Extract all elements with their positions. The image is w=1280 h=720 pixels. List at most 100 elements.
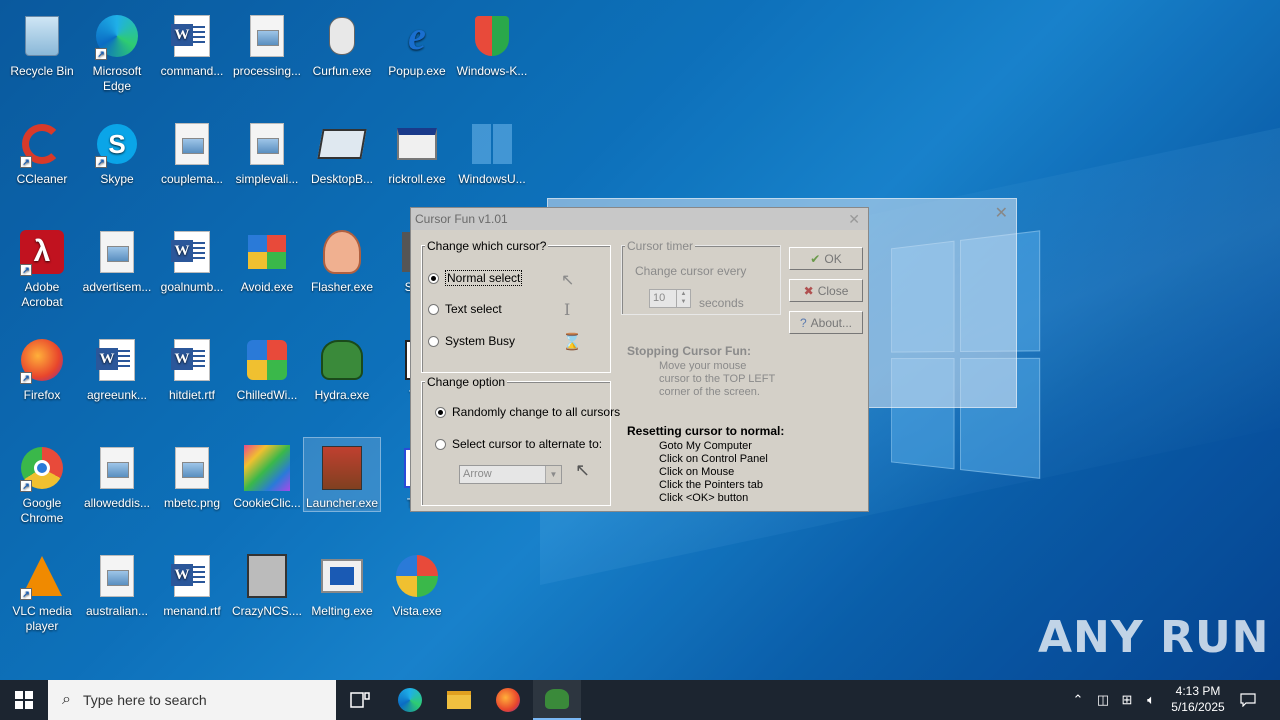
desktop-icon-flasher-exe[interactable]: Flasher.exe: [304, 222, 380, 295]
desktop-icon-processing[interactable]: processing...: [229, 6, 305, 79]
flasher-icon: [318, 228, 366, 276]
desktop-icon-label: command...: [160, 64, 224, 78]
desktop-icon-label: Avoid.exe: [240, 280, 294, 294]
close-icon[interactable]: ✕: [848, 208, 860, 230]
desktop-icon-rickroll-exe[interactable]: rickroll.exe: [379, 114, 455, 187]
desktop-icon-curfun-exe[interactable]: Curfun.exe: [304, 6, 380, 79]
desktop-icon-label: Popup.exe: [388, 64, 446, 78]
chevron-up-icon[interactable]: ⌃: [1068, 680, 1088, 720]
window3-icon: [318, 552, 366, 600]
desktop-icon-label: rickroll.exe: [388, 172, 446, 186]
ok-button[interactable]: ✔ OK: [789, 247, 863, 270]
desktop-icon-label: CrazyNCS....: [231, 604, 302, 618]
about-button[interactable]: ? About...: [789, 311, 863, 334]
desktop-icon-goalnumb[interactable]: Wgoalnumb...: [154, 222, 230, 295]
notifications-icon[interactable]: [1236, 680, 1260, 720]
desktop-icon-avoid-exe[interactable]: Avoid.exe: [229, 222, 305, 295]
radio-random-change[interactable]: Randomly change to all cursors: [435, 405, 620, 419]
desktop-icon-firefox[interactable]: ↗ Firefox: [4, 330, 80, 403]
desktop-icon-recycle-bin[interactable]: Recycle Bin: [4, 6, 80, 79]
desktop-icon-desktopb[interactable]: DesktopB...: [304, 114, 380, 187]
desktop-icon-microsoft-edge[interactable]: ↗ Microsoft Edge: [79, 6, 155, 94]
desktop-icon-melting-exe[interactable]: Melting.exe: [304, 546, 380, 619]
word-icon: W: [93, 336, 141, 384]
desktop-icon-mbetc-png[interactable]: mbetc.png: [154, 438, 230, 511]
launcher-icon: [318, 444, 366, 492]
desktop-icon-label: Microsoft Edge: [92, 64, 142, 93]
desktop-icon-command[interactable]: Wcommand...: [154, 6, 230, 79]
desktop-icon-label: Vista.exe: [392, 604, 442, 618]
desktop-icon-label: couplema...: [160, 172, 224, 186]
desktop-icon-cookieclic[interactable]: CookieClic...: [229, 438, 305, 511]
resetting-instructions: Goto My Computer Click on Control Panel …: [659, 440, 768, 504]
mouse-icon: [318, 12, 366, 60]
desktop-icon-popup-exe[interactable]: e Popup.exe: [379, 6, 455, 79]
clock-date: 5/16/2025: [1171, 700, 1225, 714]
desktop-icon-hydra-exe[interactable]: Hydra.exe: [304, 330, 380, 403]
timer-spinner[interactable]: 10 ▲ ▼: [649, 289, 691, 308]
checkmark-icon: ✔: [810, 251, 821, 266]
desktop-icon-label: agreeunk...: [86, 388, 148, 402]
desktop-icon-label: Recycle Bin: [10, 64, 74, 78]
task-view-icon[interactable]: [336, 680, 384, 720]
desktop-icon-couplema[interactable]: couplema...: [154, 114, 230, 187]
edge-taskbar-icon[interactable]: [386, 680, 434, 720]
dialog-titlebar[interactable]: Cursor Fun v1.01 ✕: [411, 208, 868, 230]
desktop-icon-skype[interactable]: S ↗ Skype: [79, 114, 155, 187]
radio-select-cursor[interactable]: Select cursor to alternate to:: [435, 437, 602, 451]
start-button[interactable]: [0, 680, 48, 720]
desktop-icon-label: CookieClic...: [233, 496, 301, 510]
device-icon[interactable]: ◫: [1092, 680, 1114, 720]
desktop-icon-advertisem[interactable]: advertisem...: [79, 222, 155, 295]
volume-icon[interactable]: 🔈︎: [1140, 680, 1162, 720]
radio-system-busy[interactable]: System Busy: [428, 334, 515, 348]
cursor-fun-dialog: Cursor Fun v1.01 ✕ Change which cursor? …: [410, 207, 869, 512]
taskbar-clock[interactable]: 4:13 PM 5/16/2025: [1160, 683, 1236, 715]
desktop-icon-label: simplevali...: [235, 172, 299, 186]
word-icon: W: [168, 552, 216, 600]
radio-normal-select[interactable]: Normal select: [428, 270, 523, 286]
hydra-taskbar-icon[interactable]: [533, 680, 581, 720]
desktop-icon-chilledwi[interactable]: ChilledWi...: [229, 330, 305, 403]
file-explorer-icon[interactable]: [435, 680, 483, 720]
rainbow-icon: [243, 444, 291, 492]
close-icon[interactable]: ✕: [995, 203, 1008, 223]
desktop-icon-label: processing...: [232, 64, 302, 78]
desktop-icon-crazyncs[interactable]: CrazyNCS....: [229, 546, 305, 619]
taskbar: ⌕ Type here to search ⌃ ◫ ⊞ 🔈︎ 4:13 PM 5…: [0, 680, 1280, 720]
text-cursor-icon: I: [564, 300, 571, 319]
desktop-icon-windows-k[interactable]: Windows-K...: [454, 6, 530, 79]
network-icon[interactable]: ⊞: [1116, 680, 1138, 720]
desktop-icon-label: mbetc.png: [163, 496, 221, 510]
doc-icon: [243, 12, 291, 60]
desktop-icon-adobe-acrobat[interactable]: λ ↗ Adobe Acrobat: [4, 222, 80, 310]
desktop-icon-australian[interactable]: australian...: [79, 546, 155, 619]
x-icon: ✖: [803, 283, 814, 298]
taskbar-search-box[interactable]: ⌕ Type here to search: [48, 680, 336, 720]
desktop-icon-label: Firefox: [23, 388, 61, 402]
desktop-icon-label: menand.rtf: [163, 604, 221, 618]
desktop-icon-label: VLC media player: [12, 604, 72, 633]
desktop-icon-label: goalnumb...: [160, 280, 224, 294]
desktop-icon-agreeunk[interactable]: Wagreeunk...: [79, 330, 155, 403]
firefox-taskbar-icon[interactable]: [484, 680, 532, 720]
desktop-icon-vista-exe[interactable]: Vista.exe: [379, 546, 455, 619]
desktop-icon-launcher-exe[interactable]: Launcher.exe: [303, 437, 381, 512]
firefox-icon: ↗: [18, 336, 66, 384]
desktop-icon-label: Curfun.exe: [312, 64, 372, 78]
cursor-dropdown[interactable]: Arrow ▼: [459, 465, 562, 484]
desktop-icon-alloweddis[interactable]: alloweddis...: [79, 438, 155, 511]
close-button[interactable]: ✖ Close: [789, 279, 863, 302]
chevron-down-icon[interactable]: ▼: [545, 466, 561, 483]
desktop-icon-label: Hydra.exe: [314, 388, 370, 402]
desktop-icon-menand-rtf[interactable]: Wmenand.rtf: [154, 546, 230, 619]
desktop-icon-ccleaner[interactable]: ↗ CCleaner: [4, 114, 80, 187]
desktop-icon-hitdiet-rtf[interactable]: Whitdiet.rtf: [154, 330, 230, 403]
spinner-arrows-icon[interactable]: ▲ ▼: [676, 290, 690, 307]
desktop-icon-google-chrome[interactable]: ↗ Google Chrome: [4, 438, 80, 526]
desktop-icon-vlc-media-player[interactable]: ↗ VLC media player: [4, 546, 80, 634]
search-icon: ⌕: [62, 691, 71, 708]
desktop-icon-simplevali[interactable]: simplevali...: [229, 114, 305, 187]
radio-text-select[interactable]: Text select: [428, 302, 502, 316]
desktop-icon-windowsu[interactable]: WindowsU...: [454, 114, 530, 187]
